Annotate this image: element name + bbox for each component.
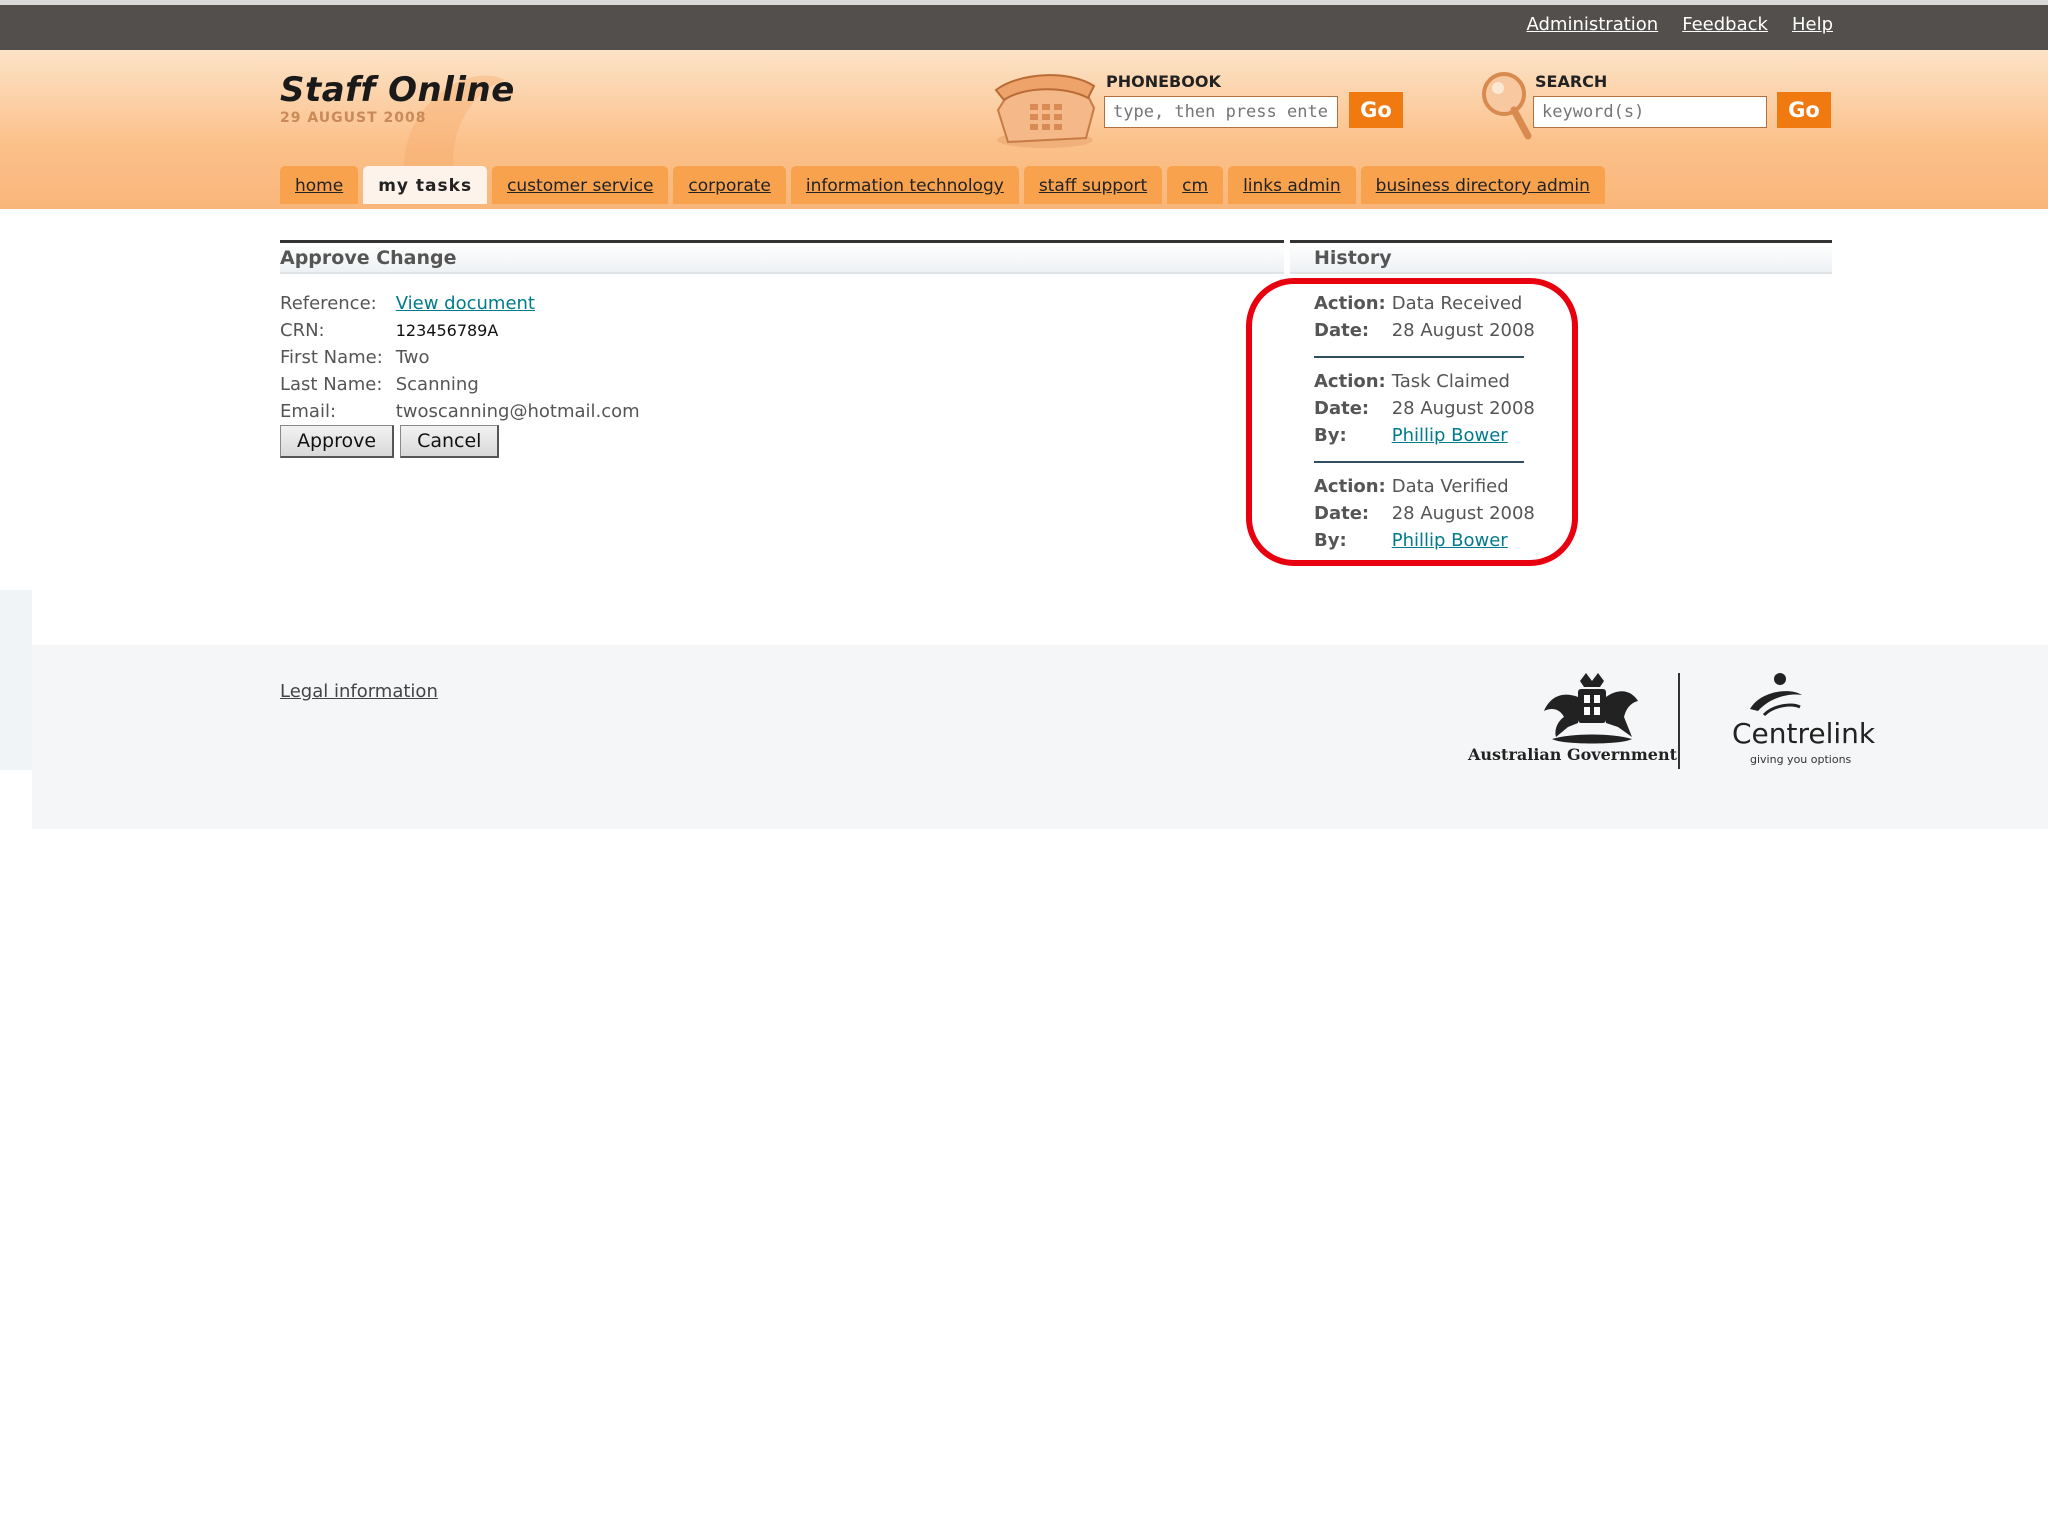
approve-change-details: Reference: View document CRN: 123456789A… [280, 292, 640, 427]
phone-icon [994, 74, 1096, 148]
history-date-row: Date: 28 August 2008 [1314, 319, 1535, 346]
email-value: twoscanning@hotmail.com [395, 401, 640, 422]
user-link[interactable]: Phillip Bower [1392, 425, 1508, 446]
view-document-link[interactable]: View document [396, 292, 535, 316]
legal-information-link[interactable]: Legal information [280, 681, 438, 702]
history-action-row: Action: Task Claimed [1314, 370, 1524, 397]
history-action-row: Action: Data Verified [1314, 475, 1524, 502]
last-name-label: Last Name: [280, 374, 383, 395]
action-value: Data Received [1391, 293, 1523, 314]
action-value: Data Verified [1391, 476, 1509, 497]
tab-customer-service[interactable]: customer service [492, 166, 669, 204]
history-date-row: Date: 28 August 2008 [1314, 502, 1535, 529]
tab-my-tasks[interactable]: my tasks [363, 166, 488, 204]
history-entry: Action: Task Claimed Date: 28 August 200… [1314, 370, 1535, 463]
history-entry: Action: Data Verified Date: 28 August 20… [1314, 475, 1535, 566]
tab-home[interactable]: home [280, 166, 359, 204]
history-date-row: Date: 28 August 2008 [1314, 397, 1535, 424]
history-list: Action: Data Received Date: 28 August 20… [1314, 292, 1574, 578]
crn-value: 123456789A [395, 321, 499, 340]
first-name-label: First Name: [280, 347, 383, 368]
reference-row: Reference: View document [280, 292, 640, 319]
history-by-row: By: Phillip Bower [1314, 424, 1524, 451]
first-name-value: Two [395, 347, 430, 368]
email-row: Email: twoscanning@hotmail.com [280, 400, 640, 427]
by-label: By: [1314, 425, 1347, 446]
logo-divider [1678, 673, 1680, 769]
magnifier-icon [1482, 72, 1532, 140]
site-header: Staff Online 29 AUGUST 2008 PHONEBOOK Go… [0, 50, 2048, 209]
history-entry: Action: Data Received Date: 28 August 20… [1314, 292, 1535, 358]
date-value: 28 August 2008 [1391, 398, 1535, 419]
first-name-row: First Name: Two [280, 346, 640, 373]
left-edge-shade [0, 590, 32, 770]
page-footer: Legal information Australian Government … [32, 645, 2048, 829]
tab-corporate[interactable]: corporate [673, 166, 786, 204]
main-nav-tabs: home my tasks customer service corporate… [280, 166, 1605, 204]
action-value: Task Claimed [1391, 371, 1510, 392]
approve-change-heading: Approve Change [280, 240, 1284, 274]
date-value: 28 August 2008 [1391, 320, 1535, 341]
date-value: 28 August 2008 [1391, 503, 1535, 524]
history-action-row: Action: Data Received [1314, 292, 1524, 319]
search-go-button[interactable]: Go [1777, 92, 1831, 128]
action-label: Action: [1314, 371, 1386, 392]
action-buttons: Approve Cancel [280, 425, 500, 458]
help-link[interactable]: Help [1792, 14, 1833, 35]
tab-cm[interactable]: cm [1167, 166, 1224, 204]
tab-links-admin[interactable]: links admin [1228, 166, 1356, 204]
crn-row: CRN: 123456789A [280, 319, 640, 346]
tab-business-directory-admin[interactable]: business directory admin [1360, 166, 1605, 204]
feedback-link[interactable]: Feedback [1682, 14, 1768, 35]
phonebook-input[interactable] [1104, 96, 1338, 128]
phonebook-label: PHONEBOOK [1106, 72, 1221, 91]
search-input[interactable] [1533, 96, 1767, 128]
reference-label: Reference: [280, 293, 377, 314]
user-link[interactable]: Phillip Bower [1392, 530, 1508, 551]
email-label: Email: [280, 401, 337, 422]
site-date: 29 AUGUST 2008 [280, 110, 427, 126]
last-name-value: Scanning [395, 374, 479, 395]
action-label: Action: [1314, 476, 1386, 497]
tab-staff-support[interactable]: staff support [1023, 166, 1163, 204]
crn-label: CRN: [280, 320, 325, 341]
centrelink-name: Centrelink [1732, 717, 1876, 750]
approve-button[interactable]: Approve [280, 425, 395, 458]
australian-government-text: Australian Government [1468, 745, 1677, 764]
centrelink-tagline: giving you options [1750, 753, 1852, 766]
date-label: Date: [1314, 320, 1370, 341]
utility-links: Administration Feedback Help [1527, 14, 1834, 35]
history-heading: History [1290, 240, 1832, 274]
action-label: Action: [1314, 293, 1386, 314]
tab-information-technology[interactable]: information technology [790, 166, 1019, 204]
utility-bar: Administration Feedback Help [0, 5, 2048, 50]
date-label: Date: [1314, 503, 1370, 524]
search-label: SEARCH [1535, 72, 1608, 91]
history-by-row: By: Phillip Bower [1314, 529, 1524, 556]
date-label: Date: [1314, 398, 1370, 419]
phonebook-go-button[interactable]: Go [1349, 92, 1403, 128]
administration-link[interactable]: Administration [1527, 14, 1659, 35]
site-title: Staff Online [280, 70, 515, 110]
last-name-row: Last Name: Scanning [280, 373, 640, 400]
cancel-button[interactable]: Cancel [400, 425, 500, 458]
by-label: By: [1314, 530, 1347, 551]
centrelink-logo-icon [1750, 673, 1802, 717]
